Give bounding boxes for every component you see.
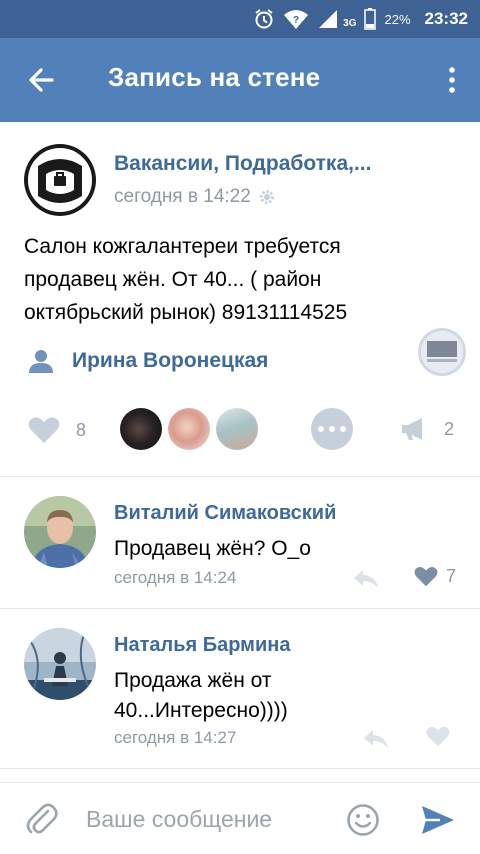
liker-avatar[interactable] — [168, 408, 210, 450]
attach-button[interactable] — [26, 803, 58, 837]
divider — [0, 476, 480, 477]
liker-avatar[interactable] — [120, 408, 162, 450]
liker-avatar[interactable] — [216, 408, 258, 450]
reply-icon — [354, 570, 378, 588]
comment-text: Продажа жён от 40...Интересно)))) — [114, 669, 288, 722]
comment-time: сегодня в 14:27 — [114, 728, 237, 747]
signal-icon — [317, 8, 339, 30]
smiley-icon — [347, 804, 379, 836]
post-time-text: сегодня в 14:22 — [114, 186, 251, 207]
comment-like-button[interactable]: 7 — [414, 566, 456, 587]
status-bar: ? 3G 22% 23:32 — [0, 0, 480, 38]
post-signer[interactable]: Ирина Воронецкая — [28, 348, 268, 374]
clock: 23:32 — [424, 9, 468, 28]
signer-name: Ирина Воронецкая — [72, 349, 269, 372]
svg-text:?: ? — [293, 15, 299, 26]
comment-text: Продавец жён? О_о — [114, 537, 311, 560]
battery-percent: 22% — [384, 11, 411, 27]
gear-icon — [259, 190, 274, 204]
comment-like-button[interactable] — [426, 726, 458, 747]
back-button[interactable] — [22, 62, 62, 98]
arrow-left-icon — [29, 68, 54, 92]
alarm-icon — [253, 8, 275, 30]
post-actions: 8 2 — [0, 402, 480, 460]
share-count: 2 — [444, 418, 455, 439]
network-type: 3G — [343, 17, 357, 29]
reply-button[interactable] — [362, 728, 390, 750]
status-icons: ? 3G 22% 23:32 — [253, 0, 468, 38]
megaphone-icon — [402, 418, 422, 440]
heart-icon — [414, 567, 438, 587]
avatar-photo — [24, 628, 96, 700]
share-button[interactable]: 2 — [400, 416, 454, 442]
more-vertical-icon — [449, 67, 455, 93]
like-button[interactable]: 8 — [28, 416, 86, 444]
heart-icon — [28, 417, 60, 443]
avatar-photo — [24, 496, 96, 568]
reply-button[interactable] — [352, 568, 380, 590]
user-icon — [29, 350, 53, 373]
comment-author[interactable]: Виталий Симаковский — [114, 502, 336, 525]
emoji-button[interactable] — [346, 803, 380, 837]
reply-icon — [364, 730, 388, 748]
group-logo — [24, 144, 96, 216]
comment-like-count: 7 — [446, 566, 457, 586]
divider — [0, 768, 480, 769]
battery-icon — [364, 8, 377, 30]
menu-button[interactable] — [442, 62, 462, 98]
wifi-icon: ? — [283, 8, 309, 30]
comment-time: сегодня в 14:24 — [114, 568, 237, 587]
avatar[interactable] — [24, 628, 96, 700]
post-author[interactable]: Вакансии, Подработка,... — [114, 152, 371, 176]
comment-author[interactable]: Наталья Бармина — [114, 634, 290, 657]
send-icon — [422, 806, 454, 834]
post-timestamp: сегодня в 14:22 — [114, 186, 275, 208]
app-toolbar: Запись на стене — [0, 38, 480, 122]
heart-icon — [426, 727, 450, 747]
like-count: 8 — [76, 419, 87, 440]
divider — [0, 608, 480, 609]
send-button[interactable] — [420, 803, 456, 837]
floating-thumbnail[interactable] — [418, 328, 466, 376]
thumbnail-image — [421, 331, 463, 373]
post-text: Салон кожгалантереи требуется продавец ж… — [24, 235, 348, 324]
group-avatar[interactable] — [24, 144, 96, 216]
message-input[interactable] — [86, 799, 326, 839]
paperclip-icon — [26, 803, 58, 834]
avatar[interactable] — [24, 496, 96, 568]
message-bar — [0, 782, 480, 854]
more-likers-button[interactable] — [311, 408, 353, 450]
page-title: Запись на стене — [108, 62, 321, 92]
